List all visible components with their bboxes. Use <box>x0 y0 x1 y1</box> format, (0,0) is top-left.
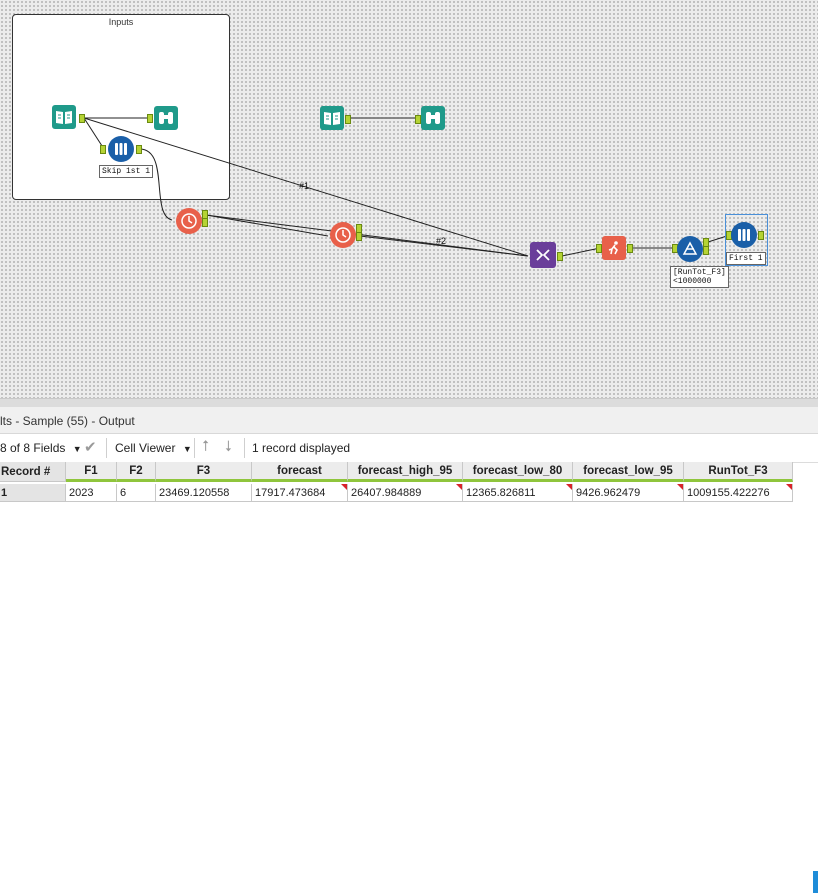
union-chain-icon <box>536 249 550 261</box>
column-header[interactable]: forecast_high_95 <box>348 462 463 482</box>
arrow-up-icon[interactable]: ⭡ <box>202 438 209 455</box>
output-anchor[interactable] <box>557 252 563 261</box>
column-header[interactable]: Record # <box>0 462 66 482</box>
column-header[interactable]: F3 <box>156 462 252 482</box>
panel-splitter[interactable] <box>0 398 818 407</box>
cell-warning-marker <box>566 484 572 490</box>
filter-triangle-icon <box>682 241 698 255</box>
fields-selector[interactable]: 8 of 8 Fields ▼ <box>0 441 82 455</box>
filter-tool[interactable] <box>677 236 703 262</box>
results-title: lts - Sample (55) - Output <box>0 414 135 428</box>
cell-warning-marker <box>677 484 683 490</box>
toolbar-separator <box>194 438 195 458</box>
cell-value: 2023 <box>69 486 94 499</box>
cell-value: 1 <box>1 486 8 499</box>
wire-join-runtotal <box>561 247 601 257</box>
cell-value: 6 <box>120 486 127 499</box>
table-cell[interactable]: 17917.473684 <box>252 484 348 502</box>
cell-value: 26407.984889 <box>351 486 422 499</box>
first-tool-annotation: First 1 <box>726 252 766 265</box>
wire-sample-ts1 <box>139 148 173 221</box>
cell-viewer-label: Cell Viewer <box>115 441 176 455</box>
connection-label-1: #1 <box>299 181 310 191</box>
table-cell[interactable]: 26407.984889 <box>348 484 463 502</box>
skip-tool-annotation: Skip 1st 1 <box>99 165 154 178</box>
column-header[interactable]: forecast <box>252 462 348 482</box>
input-anchor[interactable] <box>100 145 106 154</box>
output-anchor[interactable] <box>758 231 764 240</box>
cell-value: 23469.120558 <box>159 486 230 499</box>
column-header[interactable]: F1 <box>66 462 117 482</box>
book-icon <box>56 111 72 124</box>
fields-label: 8 of 8 Fields <box>0 441 66 455</box>
cell-warning-marker <box>786 484 792 490</box>
binoculars-icon <box>159 112 173 124</box>
output-anchor[interactable] <box>345 115 351 124</box>
input-data-tool[interactable] <box>52 105 76 129</box>
test-tubes-icon <box>115 143 127 155</box>
timeseries-tool-1[interactable] <box>176 208 202 234</box>
results-title-bar: lts - Sample (55) - Output <box>0 407 818 434</box>
timeseries-tool-2[interactable] <box>330 222 356 248</box>
binoculars-icon <box>426 112 440 124</box>
cell-value: 1009155.422276 <box>687 486 770 499</box>
running-total-tool[interactable] <box>602 236 626 260</box>
workflow-canvas[interactable]: Inputs Skip 1st 1 [RunTot_F3] <1000000 F… <box>0 0 818 398</box>
union-tool[interactable] <box>530 242 556 268</box>
results-toolbar: 8 of 8 Fields ▼ ✔ Cell Viewer ▼ ⭡ ⭣ 1 re… <box>0 434 818 893</box>
cell-value: 9426.962479 <box>576 486 641 499</box>
output-anchor[interactable] <box>202 218 208 227</box>
book-icon <box>324 112 340 125</box>
cell-warning-marker <box>456 484 462 490</box>
browse-tool-2[interactable] <box>421 106 445 130</box>
table-cell[interactable]: 6 <box>117 484 156 502</box>
toolbar-separator <box>244 438 245 458</box>
output-anchor[interactable] <box>79 114 85 123</box>
input-anchor[interactable] <box>147 114 153 123</box>
column-header[interactable]: RunTot_F3 <box>684 462 793 482</box>
clock-chart-icon <box>181 213 197 229</box>
records-status: 1 record displayed <box>252 441 351 455</box>
output-anchor[interactable] <box>356 232 362 241</box>
table-cell[interactable]: 9426.962479 <box>573 484 684 502</box>
test-tubes-icon <box>738 229 750 241</box>
table-cell[interactable]: 23469.120558 <box>156 484 252 502</box>
connection-wires <box>83 117 731 257</box>
chevron-down-icon: ▼ <box>182 444 192 454</box>
toolbar-separator <box>106 438 107 458</box>
clock-chart-icon <box>335 227 351 243</box>
cell-value: 17917.473684 <box>255 486 326 499</box>
cell-value: 12365.826811 <box>466 486 536 499</box>
sample-tool[interactable] <box>108 136 134 162</box>
wire-ts1-ts2 <box>205 214 329 237</box>
chevron-down-icon: ▼ <box>72 444 82 454</box>
table-cell[interactable]: 12365.826811 <box>463 484 573 502</box>
panel-accent <box>813 871 818 893</box>
output-anchor[interactable] <box>703 246 709 255</box>
checkmark-icon[interactable]: ✔ <box>84 438 97 456</box>
column-header[interactable]: F2 <box>117 462 156 482</box>
browse-tool[interactable] <box>154 106 178 130</box>
table-cell[interactable]: 2023 <box>66 484 117 502</box>
table-cell[interactable]: 1009155.422276 <box>684 484 793 502</box>
record-number-cell[interactable]: 1 <box>0 484 66 502</box>
output-anchor[interactable] <box>627 244 633 253</box>
connection-label-2: #2 <box>436 236 447 246</box>
column-header[interactable]: forecast_low_95 <box>573 462 684 482</box>
input-data-tool-2[interactable] <box>320 106 344 130</box>
cell-viewer-selector[interactable]: Cell Viewer ▼ <box>115 441 192 455</box>
runner-icon <box>608 241 618 255</box>
output-anchor[interactable] <box>136 145 142 154</box>
column-header[interactable]: forecast_low_80 <box>463 462 573 482</box>
first-sample-tool[interactable] <box>731 222 757 248</box>
filter-tool-annotation: [RunTot_F3] <1000000 <box>670 266 729 288</box>
cell-warning-marker <box>341 484 347 490</box>
arrow-down-icon[interactable]: ⭣ <box>225 438 232 455</box>
